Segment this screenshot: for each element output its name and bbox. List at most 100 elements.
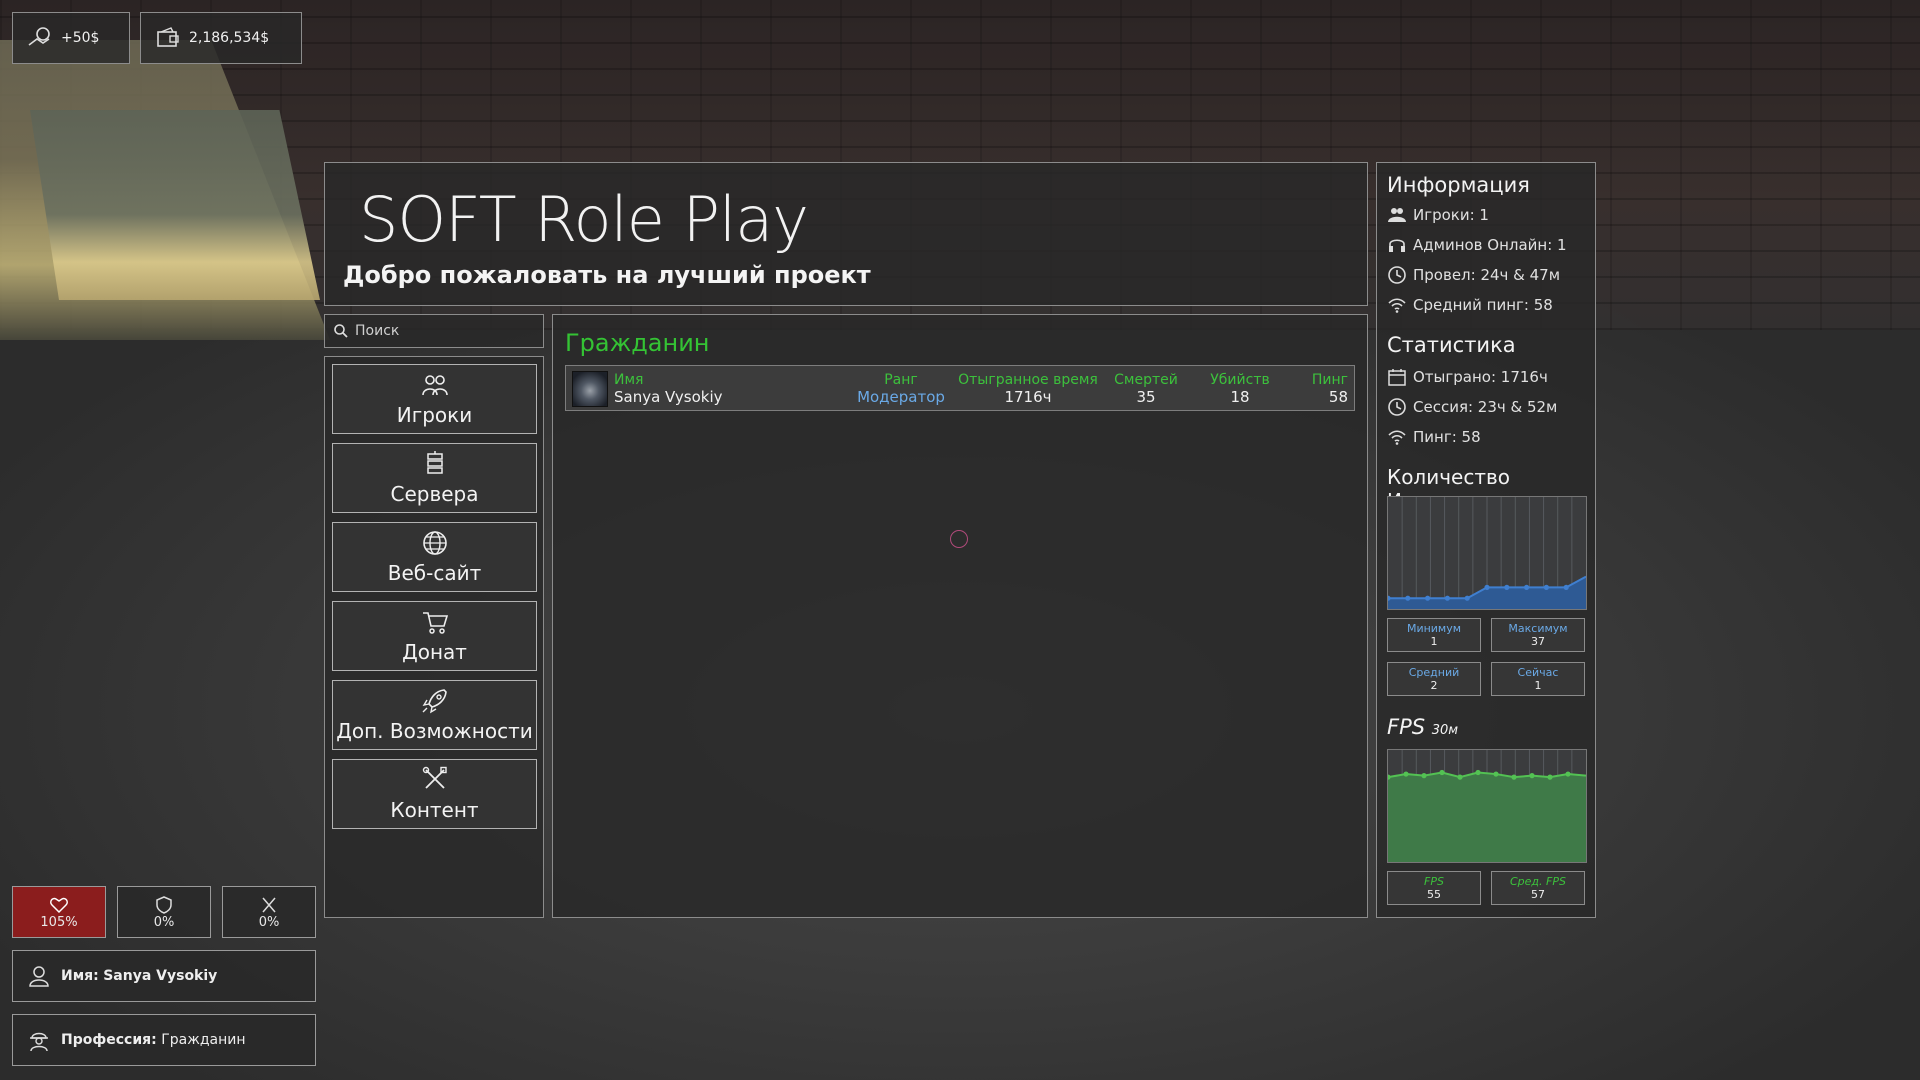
players-chart-point	[1484, 584, 1490, 590]
col-name: Имя Sanya Vysokiy	[614, 372, 723, 406]
servers-icon	[426, 451, 443, 474]
job-value: Гражданин	[161, 1032, 246, 1048]
stat-min: Минимум 1	[1387, 618, 1481, 652]
players-chart-point	[1543, 584, 1549, 590]
info-spent-text: Провел: 24ч & 47м	[1413, 266, 1561, 284]
stat-avg: Средний 2	[1387, 662, 1481, 696]
crosshair	[950, 530, 968, 548]
player-job-bar: Профессия: Гражданин	[12, 1014, 316, 1066]
menu-item-donate[interactable]: Донат	[332, 601, 537, 671]
fps-chart-area	[1388, 772, 1586, 862]
info-panel: Информация Игроки: 1 Админов Онлайн: 1 П…	[1376, 162, 1596, 918]
wallet-icon	[157, 27, 179, 47]
income-value: +50$	[61, 30, 100, 46]
hunger-indicator: 0%	[222, 886, 316, 938]
stat-max: Максимум 37	[1491, 618, 1585, 652]
player-deaths: 35	[1136, 388, 1156, 406]
fps-title: FPS 30м	[1387, 715, 1458, 739]
fork-knife-icon	[262, 897, 276, 912]
player-playtime: 1716ч	[1004, 388, 1052, 406]
header-panel: SOFT Role Play Добро пожаловать на лучши…	[324, 162, 1368, 306]
stat-avg-fps: Сред. FPS 57	[1491, 871, 1585, 905]
stat-avg-label: Средний	[1408, 666, 1460, 679]
stat-now: Сейчас 1	[1491, 662, 1585, 696]
player-ping: 58	[1328, 388, 1348, 406]
fps-chart	[1387, 749, 1587, 863]
player-name-bar: Имя: Sanya Vysokiy	[12, 950, 316, 1002]
info-admins-text: Админов Онлайн: 1	[1413, 236, 1567, 254]
menu-item-label: Сервера	[390, 482, 479, 506]
stat-fps-value: 55	[1427, 888, 1441, 901]
menu-item-website[interactable]: Веб-сайт	[332, 522, 537, 592]
users-icon	[1388, 208, 1406, 222]
menu-item-label: Донат	[402, 640, 467, 664]
players-content: Гражданин Имя Sanya Vysokiy Ранг Модерат…	[552, 314, 1368, 918]
stat-min-label: Минимум	[1406, 622, 1462, 635]
menu-item-label: Контент	[390, 798, 479, 822]
menu-item-extras[interactable]: Доп. Возможности	[332, 680, 537, 750]
col-playtime: Отыгранное время 1716ч	[948, 372, 1108, 406]
balance-value: 2,186,534$	[189, 30, 270, 46]
info-title: Информация	[1387, 173, 1530, 197]
page-subtitle: Добро пожаловать на лучший проект	[343, 261, 871, 289]
stat-avg-fps-label: Сред. FPS	[1510, 875, 1566, 888]
player-kills: 18	[1230, 388, 1250, 406]
armor-indicator: 0%	[117, 886, 211, 938]
menu-item-players[interactable]: Игроки	[332, 364, 537, 434]
calendar-icon	[1388, 369, 1406, 386]
players-chart-point	[1563, 584, 1569, 590]
stat-max-value: 37	[1531, 635, 1545, 648]
globe-icon	[422, 531, 447, 555]
col-rank: Ранг Модератор	[851, 372, 951, 406]
clock-icon	[1388, 398, 1406, 416]
stat-max-label: Максимум	[1508, 622, 1568, 635]
income-display: +50$	[12, 12, 130, 64]
worker-icon	[30, 1032, 48, 1052]
fps-chart-point	[1439, 769, 1445, 776]
col-header-ping: Пинг	[1311, 372, 1348, 388]
nav-menu: Игроки Сервера Веб-сайт Донат Доп. Возмо…	[324, 356, 544, 918]
headset-icon	[1389, 239, 1405, 252]
stats-ping: Пинг: 58	[1387, 427, 1481, 447]
search-placeholder: Поиск	[355, 323, 400, 339]
stats-played: Отыграно: 1716ч	[1387, 367, 1548, 387]
hunger-value: 0%	[258, 914, 280, 930]
col-deaths: Смертей 35	[1106, 372, 1186, 406]
table-row[interactable]: Имя Sanya Vysokiy Ранг Модератор Отыгран…	[565, 365, 1355, 411]
name-value: Sanya Vysokiy	[103, 968, 218, 984]
stat-now-label: Сейчас	[1517, 666, 1559, 679]
players-chart-point	[1464, 595, 1470, 601]
armor-value: 0%	[153, 914, 175, 930]
players-chart-point	[1504, 584, 1510, 590]
player-rank: Модератор	[857, 388, 945, 406]
info-admins: Админов Онлайн: 1	[1387, 235, 1567, 255]
players-chart-point	[1425, 595, 1431, 601]
col-kills: Убийств 18	[1200, 372, 1280, 406]
fps-chart-point	[1493, 771, 1499, 777]
heart-icon	[50, 897, 68, 913]
search-input[interactable]: Поиск	[324, 314, 544, 348]
shield-icon	[156, 895, 172, 914]
fps-chart-point	[1403, 771, 1409, 777]
avatar	[572, 371, 608, 407]
stats-ping-text: Пинг: 58	[1413, 428, 1481, 446]
fps-chart-point	[1565, 771, 1571, 777]
fps-chart-point	[1547, 774, 1553, 780]
stats-title: Статистика	[1387, 333, 1516, 357]
job-label: Профессия:	[61, 1032, 157, 1048]
wifi-icon	[1388, 298, 1406, 313]
user-icon	[29, 966, 49, 987]
fps-chart-point	[1421, 773, 1427, 779]
income-icon	[28, 27, 50, 46]
info-players: Игроки: 1	[1387, 205, 1489, 225]
health-indicator: 105%	[12, 886, 106, 938]
stat-now-value: 1	[1534, 679, 1542, 692]
info-players-text: Игроки: 1	[1413, 206, 1489, 224]
col-header-rank: Ранг	[884, 372, 918, 388]
menu-item-servers[interactable]: Сервера	[332, 443, 537, 513]
menu-item-content[interactable]: Контент	[332, 759, 537, 829]
stat-avg-fps-value: 57	[1531, 888, 1545, 901]
stats-session-text: Сессия: 23ч & 52м	[1413, 398, 1558, 416]
wifi-icon	[1388, 430, 1406, 445]
stats-played-text: Отыграно: 1716ч	[1413, 368, 1548, 386]
